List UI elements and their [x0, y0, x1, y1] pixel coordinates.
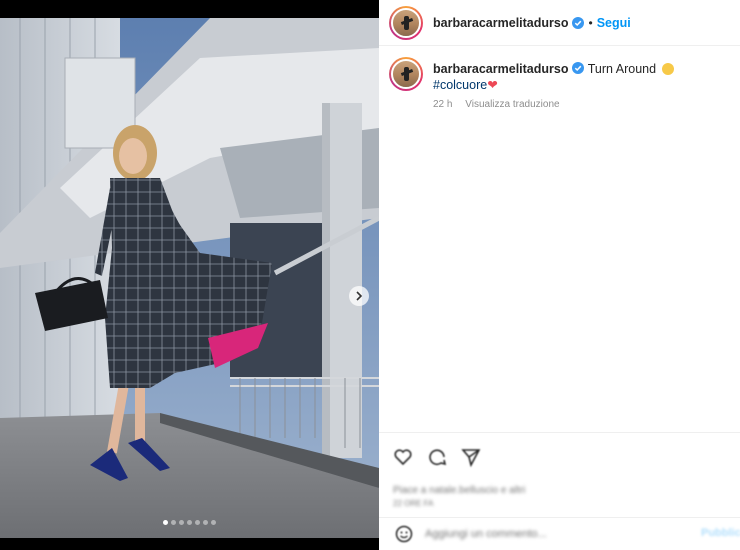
post-time: 22 h [433, 99, 453, 110]
post-date: 22 ORE FA [393, 499, 434, 508]
carousel-dot [195, 520, 200, 525]
post-comment-button[interactable]: Pubblica [701, 527, 740, 539]
post-side-panel: barbaracarmelitadurso • Segui barbaracar… [379, 0, 740, 550]
chevron-right-icon [356, 291, 363, 301]
verified-badge-icon [572, 16, 585, 29]
carousel-dot [171, 520, 176, 525]
caption-avatar[interactable] [389, 57, 423, 91]
carousel-dot [203, 520, 208, 525]
carousel-dot [179, 520, 184, 525]
caption-text: Turn Around [587, 62, 657, 76]
emoji-picker-icon[interactable] [395, 525, 413, 543]
header-username[interactable]: barbaracarmelitadurso [433, 16, 568, 30]
post-caption: barbaracarmelitadurso Turn Around #colcu… [389, 57, 729, 110]
avatar[interactable] [389, 5, 423, 40]
caption-username[interactable]: barbaracarmelitadurso [433, 62, 568, 76]
post-photo[interactable] [0, 18, 379, 538]
action-bar: Piace a natale.belluscio e altri 22 ORE … [379, 432, 740, 508]
share-icon[interactable] [461, 447, 481, 467]
header-separator: • [588, 15, 593, 30]
heart-icon[interactable] [393, 447, 413, 467]
photo-illustration [0, 18, 379, 538]
translate-link[interactable]: Visualizza traduzione [465, 99, 559, 110]
carousel-dot [211, 520, 216, 525]
carousel-dot [163, 520, 168, 525]
carousel-dot [187, 520, 192, 525]
comment-input[interactable] [425, 526, 625, 542]
post-viewer: barbaracarmelitadurso • Segui barbaracar… [0, 0, 740, 550]
carousel-indicator [0, 520, 379, 525]
follow-button[interactable]: Segui [597, 16, 631, 30]
comment-icon[interactable] [427, 447, 447, 467]
comment-bar: Pubblica [379, 517, 740, 550]
caption-hashtag[interactable]: #colcuore [433, 78, 487, 92]
red-heart-emoji: ❤ [487, 78, 498, 92]
post-header: barbaracarmelitadurso • Segui [379, 0, 740, 46]
carousel-next-button[interactable] [349, 286, 369, 306]
smiling-emoji-icon [661, 63, 674, 75]
verified-badge-icon [572, 62, 585, 74]
likes-summary[interactable]: Piace a natale.belluscio e altri [393, 485, 525, 496]
